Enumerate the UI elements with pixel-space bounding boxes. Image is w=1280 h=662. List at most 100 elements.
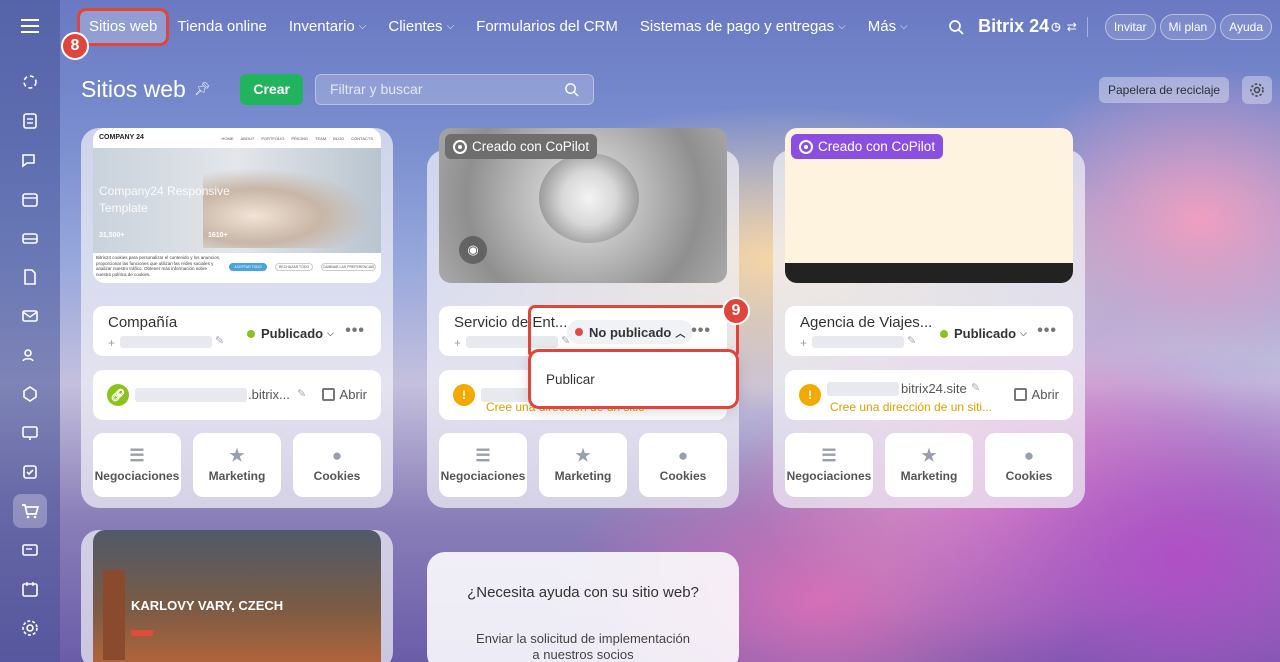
open-label: Abrir bbox=[339, 387, 367, 402]
chat-icon[interactable] bbox=[13, 143, 47, 177]
thumb-menu-item: TEAM bbox=[315, 136, 327, 141]
site-card-company: COMPANY 24 HOME ABOUT PORTFOLIO PRICING … bbox=[81, 128, 393, 508]
pin-icon[interactable]: 📌︎ bbox=[194, 81, 211, 97]
star-icon: ★ bbox=[229, 446, 245, 465]
site-actions: ☰ Negociaciones ★ Marketing ● Cookies bbox=[785, 433, 1073, 497]
address-warning[interactable]: Cree una dirección de un siti... bbox=[830, 400, 992, 414]
drive-icon[interactable] bbox=[13, 221, 47, 255]
bitrix-logo[interactable]: Bitrix 24 ◷ ⇄ bbox=[978, 16, 1077, 37]
help-text: a nuestros socios bbox=[532, 647, 634, 662]
open-site-button[interactable]: Abrir bbox=[321, 387, 367, 402]
toggle-icon: ⇄ bbox=[1066, 19, 1077, 34]
tile-cookies[interactable]: ● Cookies bbox=[985, 433, 1073, 497]
callout-badge-8: 8 bbox=[61, 32, 89, 60]
crm-icon[interactable] bbox=[13, 377, 47, 411]
schedule-icon[interactable] bbox=[13, 572, 47, 606]
site-card-karlovy: KARLOVY VARY, CZECH bbox=[81, 530, 393, 662]
settings-icon[interactable] bbox=[13, 611, 47, 645]
site-subtitle-blurred bbox=[812, 336, 904, 348]
nav-label: Clientes bbox=[388, 18, 443, 35]
tile-label: Cookies bbox=[1005, 469, 1053, 483]
tile-label: Cookies bbox=[313, 469, 361, 483]
tile-cookies[interactable]: ● Cookies bbox=[639, 433, 727, 497]
menu-icon[interactable] bbox=[18, 14, 42, 38]
create-button[interactable]: Crear bbox=[240, 73, 303, 105]
chevron-down-icon: ⌵ bbox=[1020, 328, 1027, 338]
nav-sitios-web[interactable]: Sitios web bbox=[76, 7, 170, 46]
nav-formularios[interactable]: Formularios del CRM bbox=[465, 0, 629, 53]
tile-cookies[interactable]: ● Cookies bbox=[293, 433, 381, 497]
calendar-icon[interactable] bbox=[13, 182, 47, 216]
thumb-menu-item: CONTACTS bbox=[351, 136, 373, 141]
site-subtitle-blurred bbox=[466, 336, 558, 348]
open-site-button[interactable]: Abrir bbox=[1013, 387, 1059, 402]
more-icon[interactable]: ••• bbox=[345, 322, 365, 340]
search-placeholder: Filtrar y buscar bbox=[329, 81, 423, 97]
shop-icon[interactable] bbox=[13, 494, 47, 528]
logo-text: Bitrix 24 bbox=[978, 16, 1050, 36]
more-icon[interactable]: ••• bbox=[691, 322, 711, 340]
left-sidebar bbox=[0, 0, 60, 662]
contacts-icon[interactable] bbox=[13, 338, 47, 372]
activity-icon[interactable] bbox=[13, 65, 47, 99]
site-card-agencia: Creado con CoPilot Agencia de Viajes... … bbox=[773, 128, 1085, 508]
site-name[interactable]: Servicio de Ent... bbox=[454, 314, 567, 331]
cookie-icon: ● bbox=[1023, 446, 1035, 465]
tile-deals[interactable]: ☰ Negociaciones bbox=[93, 433, 181, 497]
top-right-controls: Bitrix 24 ◷ ⇄ Invitar Mi plan Ayuda bbox=[948, 0, 1272, 53]
status-dropdown[interactable]: Publicado ⌵ bbox=[940, 326, 1027, 341]
help-button[interactable]: Ayuda bbox=[1220, 13, 1272, 40]
gear-icon[interactable] bbox=[1242, 76, 1272, 104]
tile-deals[interactable]: ☰ Negociaciones bbox=[439, 433, 527, 497]
search-icon[interactable] bbox=[948, 19, 964, 35]
plus-icon[interactable]: + bbox=[108, 336, 115, 350]
site-domain[interactable]: .bitrix... bbox=[248, 387, 290, 402]
status-dot bbox=[247, 329, 255, 338]
hidden-eye-icon[interactable]: ◉ bbox=[459, 236, 487, 264]
my-plan-button[interactable]: Mi plan bbox=[1159, 13, 1217, 40]
status-label: Publicado bbox=[261, 326, 324, 341]
nav-tienda-online[interactable]: Tienda online bbox=[166, 0, 278, 53]
thumb-footer bbox=[785, 263, 1073, 283]
plus-icon[interactable]: + bbox=[800, 336, 807, 350]
site-thumbnail[interactable]: Creado con CoPilot ◉ bbox=[439, 128, 727, 283]
feed-icon[interactable] bbox=[13, 104, 47, 138]
tile-label: Negociaciones bbox=[786, 469, 872, 483]
plus-icon[interactable]: + bbox=[454, 336, 461, 350]
publish-option[interactable]: Publicar bbox=[546, 372, 595, 387]
reports-icon[interactable] bbox=[13, 416, 47, 450]
document-icon[interactable] bbox=[13, 260, 47, 294]
edit-icon[interactable]: ✎ bbox=[971, 381, 980, 394]
edit-icon[interactable]: ✎ bbox=[907, 334, 916, 347]
more-icon[interactable]: ••• bbox=[1037, 322, 1057, 340]
invite-button[interactable]: Invitar bbox=[1104, 13, 1156, 40]
site-thumbnail[interactable]: COMPANY 24 HOME ABOUT PORTFOLIO PRICING … bbox=[93, 128, 381, 283]
tile-marketing[interactable]: ★ Marketing bbox=[885, 433, 973, 497]
thumb-menu-item: HOME bbox=[221, 136, 234, 141]
tile-marketing[interactable]: ★ Marketing bbox=[193, 433, 281, 497]
nav-inventario[interactable]: Inventario ⌵ bbox=[278, 0, 377, 53]
site-thumbnail[interactable]: KARLOVY VARY, CZECH bbox=[93, 530, 381, 662]
site-thumbnail[interactable]: Creado con CoPilot bbox=[785, 128, 1073, 283]
edit-icon[interactable]: ✎ bbox=[215, 334, 224, 347]
tasks-icon[interactable] bbox=[13, 455, 47, 489]
edit-icon[interactable]: ✎ bbox=[297, 387, 306, 400]
status-dropdown[interactable]: No publicado ︿ bbox=[567, 320, 694, 344]
nav-clientes[interactable]: Clientes ⌵ bbox=[377, 0, 465, 53]
tile-deals[interactable]: ☰ Negociaciones bbox=[785, 433, 873, 497]
recycle-bin-button[interactable]: Papelera de reciclaje bbox=[1099, 77, 1230, 103]
site-name[interactable]: Agencia de Viajes... bbox=[800, 314, 932, 331]
status-dropdown[interactable]: Publicado ⌵ bbox=[247, 326, 334, 341]
qr-icon bbox=[1013, 388, 1027, 401]
mail-icon[interactable] bbox=[13, 299, 47, 333]
card-icon[interactable] bbox=[13, 533, 47, 567]
chevron-down-icon: ⌵ bbox=[900, 21, 908, 32]
site-domain[interactable]: bitrix24.site bbox=[901, 381, 967, 396]
thumb-company: COMPANY 24 bbox=[99, 134, 144, 141]
nav-mas[interactable]: Más ⌵ bbox=[857, 0, 919, 53]
clock-icon: ◷ bbox=[1051, 21, 1061, 33]
tile-marketing[interactable]: ★ Marketing bbox=[539, 433, 627, 497]
search-input[interactable]: Filtrar y buscar bbox=[314, 73, 594, 105]
site-name[interactable]: Compañía bbox=[108, 314, 177, 331]
nav-sistemas-pago[interactable]: Sistemas de pago y entregas ⌵ bbox=[629, 0, 857, 53]
